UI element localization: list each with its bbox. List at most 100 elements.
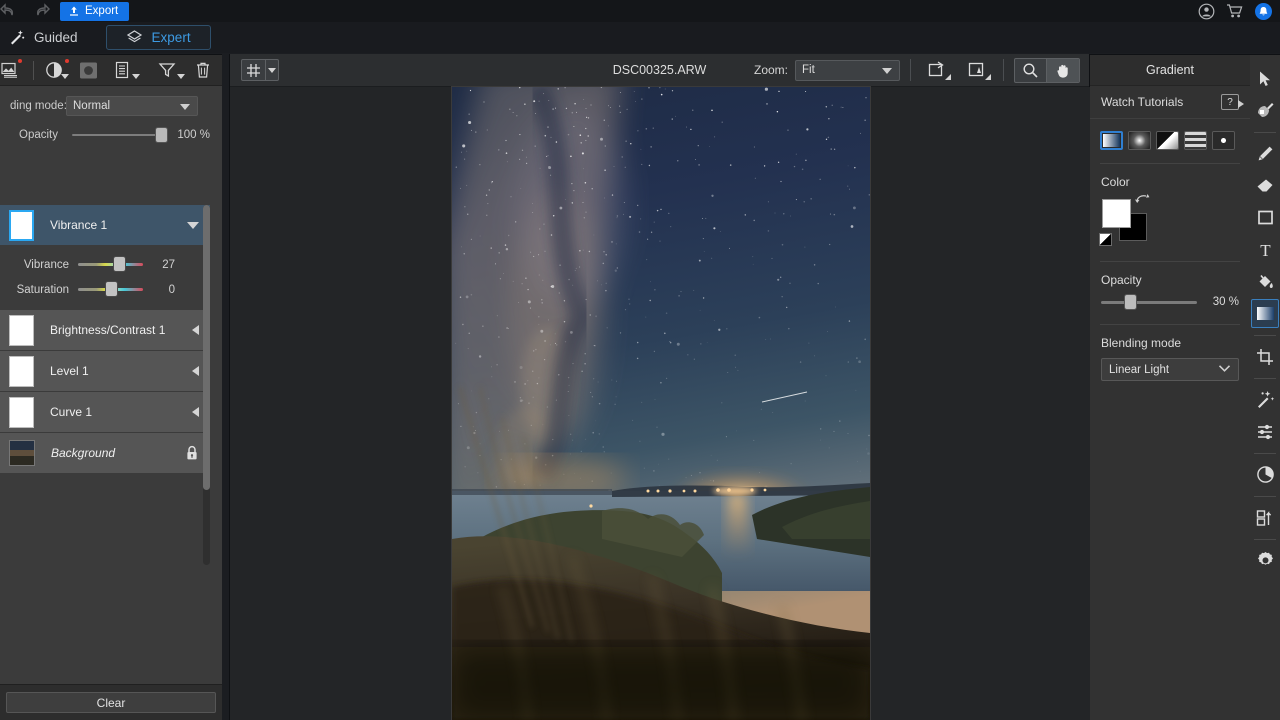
layer-options-icon[interactable] bbox=[105, 55, 141, 86]
layers-toolbar bbox=[0, 55, 222, 86]
clear-label: Clear bbox=[97, 696, 126, 710]
tab-guided[interactable]: Guided bbox=[0, 25, 92, 50]
account-icon[interactable] bbox=[1198, 3, 1215, 20]
question-mark-icon[interactable]: ? bbox=[1221, 94, 1239, 110]
opacity-slider[interactable] bbox=[72, 134, 164, 136]
document-image[interactable] bbox=[452, 87, 870, 720]
layer-mask-icon[interactable] bbox=[71, 55, 105, 86]
grid-icon bbox=[242, 60, 265, 80]
rotate-canvas-icon[interactable] bbox=[921, 59, 953, 82]
effects-tool-icon[interactable] bbox=[1251, 385, 1279, 414]
layer-row[interactable]: Level 1 bbox=[0, 351, 210, 392]
blending-mode-select[interactable]: Linear Light bbox=[1101, 358, 1239, 381]
default-colors-icon[interactable] bbox=[1099, 233, 1112, 246]
layer-thumbnail-photo[interactable] bbox=[9, 440, 35, 466]
radial-gradient-icon[interactable] bbox=[1128, 131, 1151, 150]
layer-row[interactable]: Brightness/Contrast 1 bbox=[0, 310, 210, 351]
reflected-gradient-icon[interactable] bbox=[1184, 131, 1207, 150]
delete-layer-icon[interactable] bbox=[184, 55, 222, 86]
blending-mode-label: Blending mode bbox=[1090, 325, 1250, 350]
clear-button[interactable]: Clear bbox=[6, 692, 216, 713]
adjustment-row: Saturation0 bbox=[0, 277, 210, 302]
hand-icon[interactable] bbox=[1047, 59, 1079, 82]
export-button[interactable]: Export bbox=[60, 2, 129, 21]
arrange-tool-icon[interactable] bbox=[1251, 503, 1279, 532]
layer-row[interactable]: Background bbox=[0, 433, 210, 474]
opacity-slider[interactable] bbox=[1101, 301, 1197, 304]
expand-layer-icon[interactable] bbox=[192, 407, 199, 417]
layer-row[interactable]: Vibrance 1 bbox=[0, 205, 210, 246]
paint-bucket-tool-icon[interactable] bbox=[1251, 267, 1279, 296]
gradient-tool-icon[interactable] bbox=[1251, 299, 1279, 328]
text-tool-icon[interactable]: T bbox=[1251, 235, 1279, 264]
contrast-tool-icon[interactable] bbox=[1251, 460, 1279, 489]
layer-row[interactable]: Curve 1 bbox=[0, 392, 210, 433]
bell-icon[interactable] bbox=[1255, 3, 1272, 20]
layer-name: Level 1 bbox=[50, 364, 192, 378]
collapse-layer-icon[interactable] bbox=[187, 222, 199, 229]
crop-tool-icon[interactable] bbox=[1251, 342, 1279, 371]
clear-bar: Clear bbox=[0, 684, 222, 720]
settings-tool-icon[interactable] bbox=[1251, 546, 1279, 575]
zoom-controls: Zoom: Fit bbox=[754, 58, 1080, 83]
gradient-options-panel: Gradient Watch Tutorials ? Color Opacity… bbox=[1090, 54, 1250, 720]
watch-tutorials-row[interactable]: Watch Tutorials ? bbox=[1090, 86, 1250, 119]
foreground-color-swatch[interactable] bbox=[1102, 199, 1131, 228]
zoom-select[interactable]: Fit bbox=[795, 60, 900, 81]
flip-canvas-icon[interactable] bbox=[961, 59, 993, 82]
layers-panel: ding mode: Normal Opacity 100 % Vibrance… bbox=[0, 54, 222, 720]
layer-thumbnail-mask[interactable] bbox=[9, 315, 34, 346]
diamond-gradient-icon[interactable] bbox=[1212, 131, 1235, 150]
reflected-gradient-icon-swatch bbox=[1185, 132, 1206, 149]
watch-tutorials-label: Watch Tutorials bbox=[1101, 95, 1183, 109]
adjustment-slider[interactable] bbox=[78, 263, 143, 266]
opacity-value: 30 % bbox=[1197, 296, 1239, 308]
title-bar: Export bbox=[0, 0, 1280, 22]
canvas-area: DSC00325.ARW Zoom: Fit bbox=[229, 54, 1090, 720]
layers-scrollbar[interactable] bbox=[203, 205, 210, 565]
brush-tool-icon[interactable] bbox=[1251, 139, 1279, 168]
canvas-toolbar: DSC00325.ARW Zoom: Fit bbox=[230, 54, 1089, 87]
zoom-label: Zoom: bbox=[754, 63, 788, 77]
slider-knob[interactable] bbox=[114, 257, 125, 271]
angle-gradient-icon[interactable] bbox=[1156, 131, 1179, 150]
layer-thumbnail-mask[interactable] bbox=[9, 397, 34, 428]
grid-button[interactable] bbox=[241, 59, 279, 81]
redo-arrow-icon[interactable] bbox=[32, 3, 50, 19]
magic-wand-icon bbox=[8, 29, 25, 46]
opacity-label: Opacity bbox=[1090, 262, 1250, 287]
eraser-tool-icon[interactable] bbox=[1251, 171, 1279, 200]
slider-knob[interactable] bbox=[106, 282, 117, 296]
layer-name: Curve 1 bbox=[50, 405, 192, 419]
grid-dropdown[interactable] bbox=[265, 60, 278, 80]
adjustment-layer-icon[interactable] bbox=[39, 55, 71, 86]
magnifier-icon[interactable] bbox=[1015, 59, 1047, 82]
panel-title: Gradient bbox=[1090, 55, 1250, 86]
undo-arrow-icon[interactable] bbox=[0, 3, 18, 19]
layer-thumbnail-mask[interactable] bbox=[9, 356, 34, 387]
expand-layer-icon[interactable] bbox=[192, 325, 199, 335]
blending-mode-value: Linear Light bbox=[1109, 364, 1169, 376]
filter-icon[interactable] bbox=[150, 55, 184, 86]
color-label: Color bbox=[1090, 164, 1250, 189]
layer-list: Vibrance 1Vibrance27Saturation0Brightnes… bbox=[0, 205, 210, 474]
layer-adjustments: Vibrance27Saturation0 bbox=[0, 246, 210, 310]
move-tool-icon[interactable] bbox=[1251, 64, 1279, 93]
layer-thumbnail-mask[interactable] bbox=[9, 210, 34, 241]
rectangle-shape-tool-icon[interactable] bbox=[1251, 203, 1279, 232]
add-image-layer-icon[interactable] bbox=[0, 55, 28, 86]
layers-diamond-icon bbox=[126, 29, 143, 46]
layer-properties: ding mode: Normal Opacity 100 % bbox=[0, 86, 222, 157]
blending-mode-select[interactable]: Normal bbox=[66, 96, 198, 116]
expand-layer-icon[interactable] bbox=[192, 366, 199, 376]
adjustments-tool-icon[interactable] bbox=[1251, 417, 1279, 446]
undo-redo-group bbox=[0, 3, 50, 19]
image-stage[interactable] bbox=[230, 87, 1091, 720]
swap-colors-icon[interactable] bbox=[1134, 193, 1150, 207]
tab-expert[interactable]: Expert bbox=[106, 25, 211, 50]
lock-icon[interactable] bbox=[185, 445, 199, 461]
shopping-cart-icon[interactable] bbox=[1226, 3, 1244, 19]
quick-selection-tool-icon[interactable] bbox=[1251, 96, 1279, 125]
linear-gradient-icon[interactable] bbox=[1100, 131, 1123, 150]
adjustment-slider[interactable] bbox=[78, 288, 143, 291]
